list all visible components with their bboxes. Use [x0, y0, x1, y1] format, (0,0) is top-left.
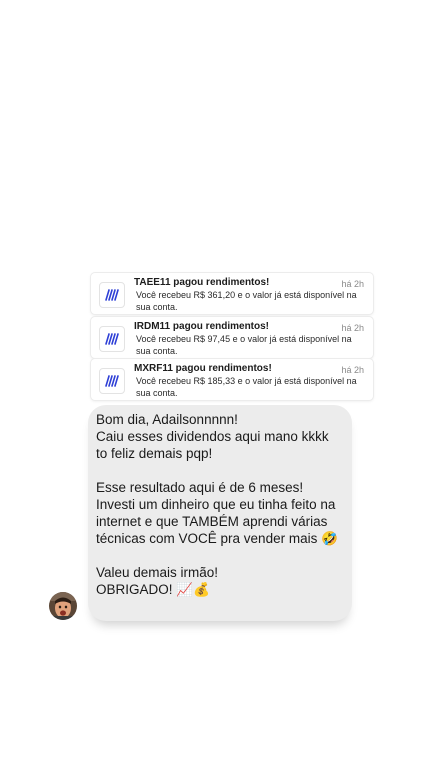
notification-card[interactable]: TAEE11 pagou rendimentos! há 2h Você rec… — [91, 273, 373, 314]
notification-title: TAEE11 pagou rendimentos! — [134, 277, 270, 288]
message-paragraph-result: Esse resultado aqui é de 6 meses! Invest… — [96, 480, 338, 546]
message-paragraph-greeting: Bom dia, Adailsonnnnn! Caiu esses divide… — [96, 412, 329, 461]
notification-time: há 2h — [341, 365, 364, 375]
message-bubble: Bom dia, Adailsonnnnn! Caiu esses divide… — [88, 405, 352, 621]
user-avatar[interactable] — [49, 592, 77, 620]
notification-body: Você recebeu R$ 185,33 e o valor já está… — [136, 376, 357, 398]
message-paragraph-thanks: Valeu demais irmão! OBRIGADO! 📈💰 — [96, 565, 219, 597]
notification-card[interactable]: IRDM11 pagou rendimentos! há 2h Você rec… — [91, 317, 373, 358]
broker-logo-icon — [99, 326, 125, 352]
notification-title: MXRF11 pagou rendimentos! — [134, 363, 272, 374]
notification-card[interactable]: MXRF11 pagou rendimentos! há 2h Você rec… — [91, 359, 373, 400]
notification-body: Você recebeu R$ 97,45 e o valor já está … — [136, 334, 352, 356]
broker-logo-icon — [99, 282, 125, 308]
notification-title: IRDM11 pagou rendimentos! — [134, 321, 270, 332]
notification-time: há 2h — [341, 279, 364, 289]
notification-time: há 2h — [341, 323, 364, 333]
notification-body: Você recebeu R$ 361,20 e o valor já está… — [136, 290, 357, 312]
broker-logo-icon — [99, 368, 125, 394]
